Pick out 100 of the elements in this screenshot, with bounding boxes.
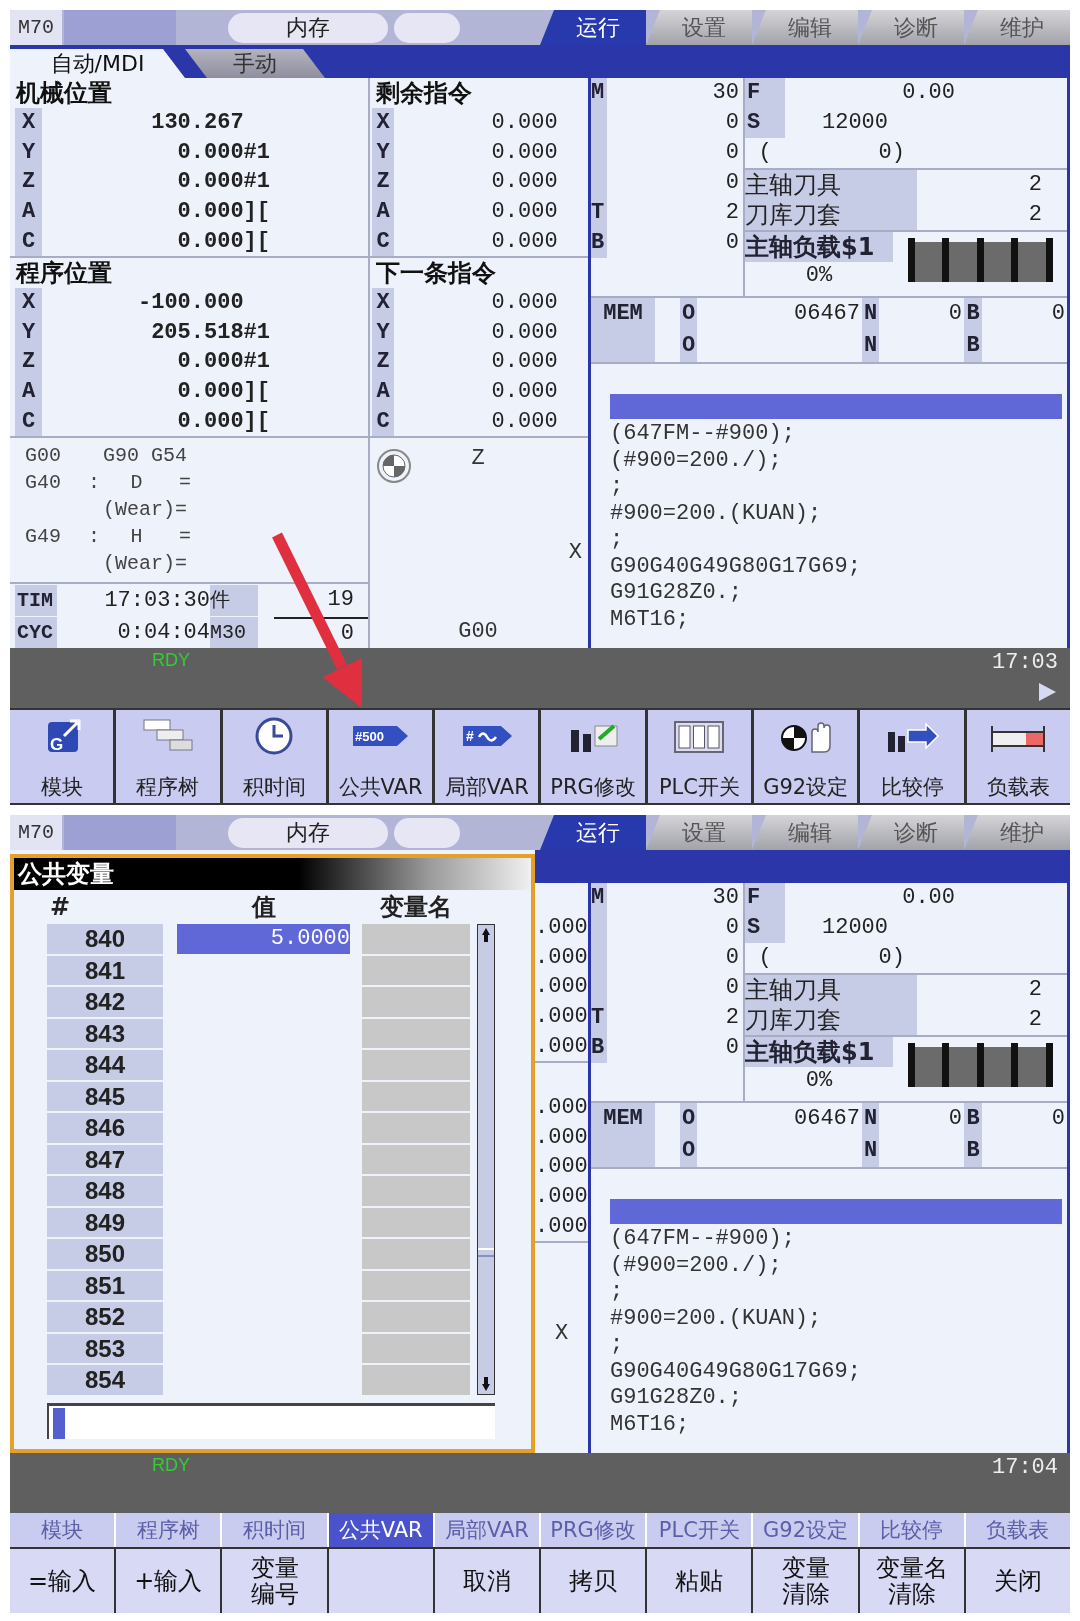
- variable-number[interactable]: 840: [47, 924, 163, 954]
- code-label: N: [862, 1135, 879, 1167]
- tab[interactable]: 运行: [540, 815, 646, 850]
- mode-tab[interactable]: 手动: [185, 49, 325, 78]
- tab[interactable]: 设置: [646, 815, 752, 850]
- name-cell[interactable]: [362, 1176, 470, 1206]
- mode-indicator: 内存: [228, 818, 388, 848]
- variable-number[interactable]: 847: [47, 1144, 163, 1174]
- name-cell[interactable]: [362, 1144, 470, 1174]
- softkey[interactable]: 程序树: [116, 710, 220, 803]
- menu-tab[interactable]: 模块: [10, 1513, 115, 1547]
- axis-value: 0.000: [490, 227, 559, 256]
- tab[interactable]: 运行: [540, 10, 646, 45]
- code-label: B: [964, 330, 982, 362]
- name-cell[interactable]: [362, 955, 470, 985]
- variable-number[interactable]: 849: [47, 1207, 163, 1237]
- function-key[interactable]: +输入: [116, 1549, 221, 1613]
- menu-tab[interactable]: 程序树: [116, 1513, 221, 1547]
- function-key[interactable]: 变量 编号: [222, 1549, 327, 1613]
- counter-value: 19: [326, 585, 355, 614]
- variable-number[interactable]: 854: [47, 1365, 163, 1395]
- softkey[interactable]: PLC开关: [647, 710, 752, 803]
- name-cell[interactable]: [362, 987, 470, 1017]
- variable-number[interactable]: 846: [47, 1113, 163, 1143]
- axis-label: A: [372, 376, 394, 407]
- tab[interactable]: 诊断: [858, 815, 964, 850]
- softkey[interactable]: # 局部VAR: [435, 710, 539, 803]
- tab[interactable]: 维护: [964, 815, 1070, 850]
- axis-label: X: [554, 1320, 569, 1348]
- load-reading: 0%: [804, 262, 834, 290]
- menu-tab[interactable]: 比较停: [859, 1513, 964, 1547]
- scrollbar[interactable]: [477, 924, 495, 1395]
- program-line: ;: [610, 1332, 625, 1359]
- input-field[interactable]: [47, 1402, 495, 1439]
- menu-tab[interactable]: G92设定: [753, 1513, 858, 1547]
- variable-number[interactable]: 850: [47, 1239, 163, 1269]
- tab[interactable]: 设置: [646, 10, 752, 45]
- menu-tab[interactable]: 积时间: [222, 1513, 327, 1547]
- name-cell[interactable]: [362, 924, 470, 954]
- menu-tab[interactable]: PRG修改: [541, 1513, 646, 1547]
- variable-number[interactable]: 853: [47, 1333, 163, 1363]
- tab[interactable]: 维护: [964, 10, 1070, 45]
- axis-label: A: [15, 196, 42, 227]
- bracket: (: [757, 139, 773, 167]
- function-key[interactable]: 关闭: [965, 1549, 1071, 1613]
- tab[interactable]: 编辑: [752, 10, 858, 45]
- code-label: B: [964, 1135, 982, 1167]
- softkey[interactable]: G 模块: [10, 710, 114, 803]
- variable-number[interactable]: 842: [47, 987, 163, 1017]
- variable-number[interactable]: 848: [47, 1176, 163, 1206]
- ready-status: RDY: [152, 1455, 190, 1477]
- function-key[interactable]: 变量 清除: [753, 1549, 858, 1613]
- function-key[interactable]: =输入: [10, 1549, 115, 1613]
- equals-sign: =: [178, 525, 192, 548]
- variable-number[interactable]: 845: [47, 1081, 163, 1111]
- function-key[interactable]: 取消: [434, 1549, 539, 1613]
- axis-label: C: [372, 226, 394, 256]
- function-key[interactable]: 变量名 清除: [859, 1549, 964, 1613]
- tab[interactable]: 诊断: [858, 10, 964, 45]
- variable-number[interactable]: 843: [47, 1018, 163, 1048]
- program-line: M6T16;: [610, 606, 691, 633]
- name-cell[interactable]: [362, 1018, 470, 1048]
- softkey[interactable]: PRG修改: [541, 710, 645, 803]
- variable-number[interactable]: 844: [47, 1050, 163, 1080]
- name-cell[interactable]: [362, 1113, 470, 1143]
- scroll-thumb[interactable]: [478, 1248, 494, 1258]
- function-key[interactable]: 粘贴: [647, 1549, 752, 1613]
- blank-key[interactable]: [328, 1549, 433, 1613]
- softkey[interactable]: #500 公共VAR: [328, 710, 433, 803]
- menu-tab[interactable]: PLC开关: [647, 1513, 752, 1547]
- menu-tab[interactable]: 负载表: [965, 1513, 1071, 1547]
- name-cell[interactable]: [362, 1081, 470, 1111]
- name-cell[interactable]: [362, 1302, 470, 1332]
- value-cell[interactable]: 5.0000: [177, 924, 350, 954]
- modal-value: G90 G54: [103, 444, 188, 467]
- softkey[interactable]: G92设定: [754, 710, 858, 803]
- variable-number[interactable]: 851: [47, 1270, 163, 1300]
- name-cell[interactable]: [362, 1239, 470, 1269]
- menu-tab[interactable]: 局部VAR: [434, 1513, 539, 1547]
- tool-label: 主轴刀具: [745, 975, 917, 1005]
- function-key[interactable]: 拷贝: [541, 1549, 646, 1613]
- ready-status: RDY: [152, 650, 190, 672]
- menu-tab[interactable]: 公共VAR: [328, 1513, 433, 1547]
- offset-label: D: [129, 471, 144, 494]
- name-cell[interactable]: [362, 1333, 470, 1363]
- code-label: T: [591, 198, 607, 228]
- variable-number[interactable]: 841: [47, 955, 163, 985]
- mode-tab[interactable]: 自动/MDI: [10, 49, 185, 78]
- name-cell[interactable]: [362, 1270, 470, 1300]
- name-cell[interactable]: [362, 1365, 470, 1395]
- variable-number[interactable]: 852: [47, 1302, 163, 1332]
- axis-label: Z: [372, 347, 394, 377]
- tab[interactable]: 编辑: [752, 815, 858, 850]
- softkey[interactable]: 比较停: [860, 710, 964, 803]
- code-label: O: [680, 298, 697, 330]
- name-cell[interactable]: [362, 1050, 470, 1080]
- axis-label: X: [372, 288, 394, 318]
- softkey[interactable]: 负载表: [966, 710, 1070, 803]
- name-cell[interactable]: [362, 1207, 470, 1237]
- softkey[interactable]: 积时间: [222, 710, 326, 803]
